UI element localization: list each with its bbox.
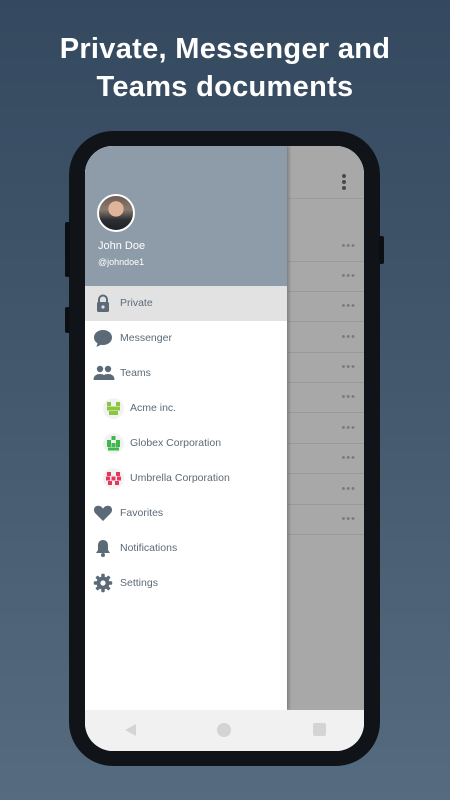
more-icon[interactable]: •••: [341, 514, 356, 525]
back-icon[interactable]: [125, 724, 136, 736]
list-item[interactable]: •••: [288, 352, 364, 383]
navigation-drawer: John Doe @johndoe1 Private Messenger Tea…: [85, 146, 287, 710]
list-item[interactable]: •••: [288, 261, 364, 292]
chat-bubble-icon: [94, 330, 112, 347]
drawer-item-messenger[interactable]: Messenger: [85, 321, 287, 356]
list-item[interactable]: •••: [288, 504, 364, 535]
drawer-item-label: Private: [120, 297, 153, 309]
drawer-item-label: Settings: [120, 577, 158, 589]
team-identicon: [103, 468, 124, 489]
list-item[interactable]: •••: [288, 443, 364, 474]
list-item[interactable]: •••: [288, 413, 364, 444]
list-item[interactable]: •••: [288, 382, 364, 413]
lock-icon: [97, 294, 109, 312]
user-name: John Doe: [98, 240, 146, 252]
drawer-item-notifications[interactable]: Notifications: [85, 531, 287, 566]
list-item[interactable]: •••: [288, 231, 364, 262]
drawer-item-label: Messenger: [120, 332, 172, 344]
team-label: Acme inc.: [130, 402, 177, 414]
drawer-item-teams[interactable]: Teams: [85, 356, 287, 391]
user-handle: @johndoe1: [98, 257, 145, 267]
phone-side-button: [65, 222, 70, 277]
drawer-item-favorites[interactable]: Favorites: [85, 496, 287, 531]
team-label: Umbrella Corporation: [130, 472, 230, 484]
phone-side-button: [65, 307, 70, 333]
drawer-item-label: Notifications: [120, 542, 178, 554]
bell-icon: [96, 540, 110, 557]
team-item-acme[interactable]: Acme inc.: [85, 391, 287, 426]
more-icon[interactable]: •••: [341, 423, 356, 434]
gear-icon: [93, 573, 113, 593]
more-icon[interactable]: •••: [341, 241, 356, 252]
avatar[interactable]: [97, 194, 135, 232]
drawer-item-private[interactable]: Private: [85, 286, 287, 321]
team-identicon: [103, 398, 124, 419]
background-toolbar: [288, 146, 364, 199]
drawer-item-settings[interactable]: Settings: [85, 566, 287, 601]
list-item[interactable]: •••: [288, 322, 364, 353]
more-icon[interactable]: •••: [341, 332, 356, 343]
more-icon[interactable]: •••: [341, 484, 356, 495]
more-icon[interactable]: •••: [341, 301, 356, 312]
recents-icon[interactable]: [313, 723, 326, 736]
phone-side-button: [379, 236, 384, 264]
headline: Private, Messenger and Teams documents: [0, 30, 450, 106]
drawer-item-label: Favorites: [120, 507, 164, 519]
drawer-header: John Doe @johndoe1: [85, 146, 287, 286]
home-icon[interactable]: [217, 723, 231, 737]
more-icon[interactable]: •••: [341, 392, 356, 403]
list-item[interactable]: •••: [288, 474, 364, 505]
overflow-menu-icon[interactable]: [341, 174, 347, 192]
phone-screen: ••• ••• ••• ••• ••• ••• ••• ••• ••• ••• …: [85, 146, 364, 751]
more-icon[interactable]: •••: [341, 271, 356, 282]
team-item-globex[interactable]: Globex Corporation: [85, 426, 287, 461]
headline-line-2: Teams documents: [96, 71, 354, 103]
more-icon[interactable]: •••: [341, 453, 356, 464]
headline-line-1: Private, Messenger and: [59, 33, 391, 65]
team-identicon: [103, 433, 124, 454]
drawer-item-label: Teams: [120, 367, 151, 379]
people-icon: [93, 365, 115, 380]
team-label: Globex Corporation: [130, 437, 222, 449]
more-icon[interactable]: •••: [341, 362, 356, 373]
heart-icon: [93, 505, 113, 521]
list-item[interactable]: •••: [288, 291, 364, 322]
system-navigation-bar: [85, 710, 364, 751]
team-item-umbrella[interactable]: Umbrella Corporation: [85, 461, 287, 496]
